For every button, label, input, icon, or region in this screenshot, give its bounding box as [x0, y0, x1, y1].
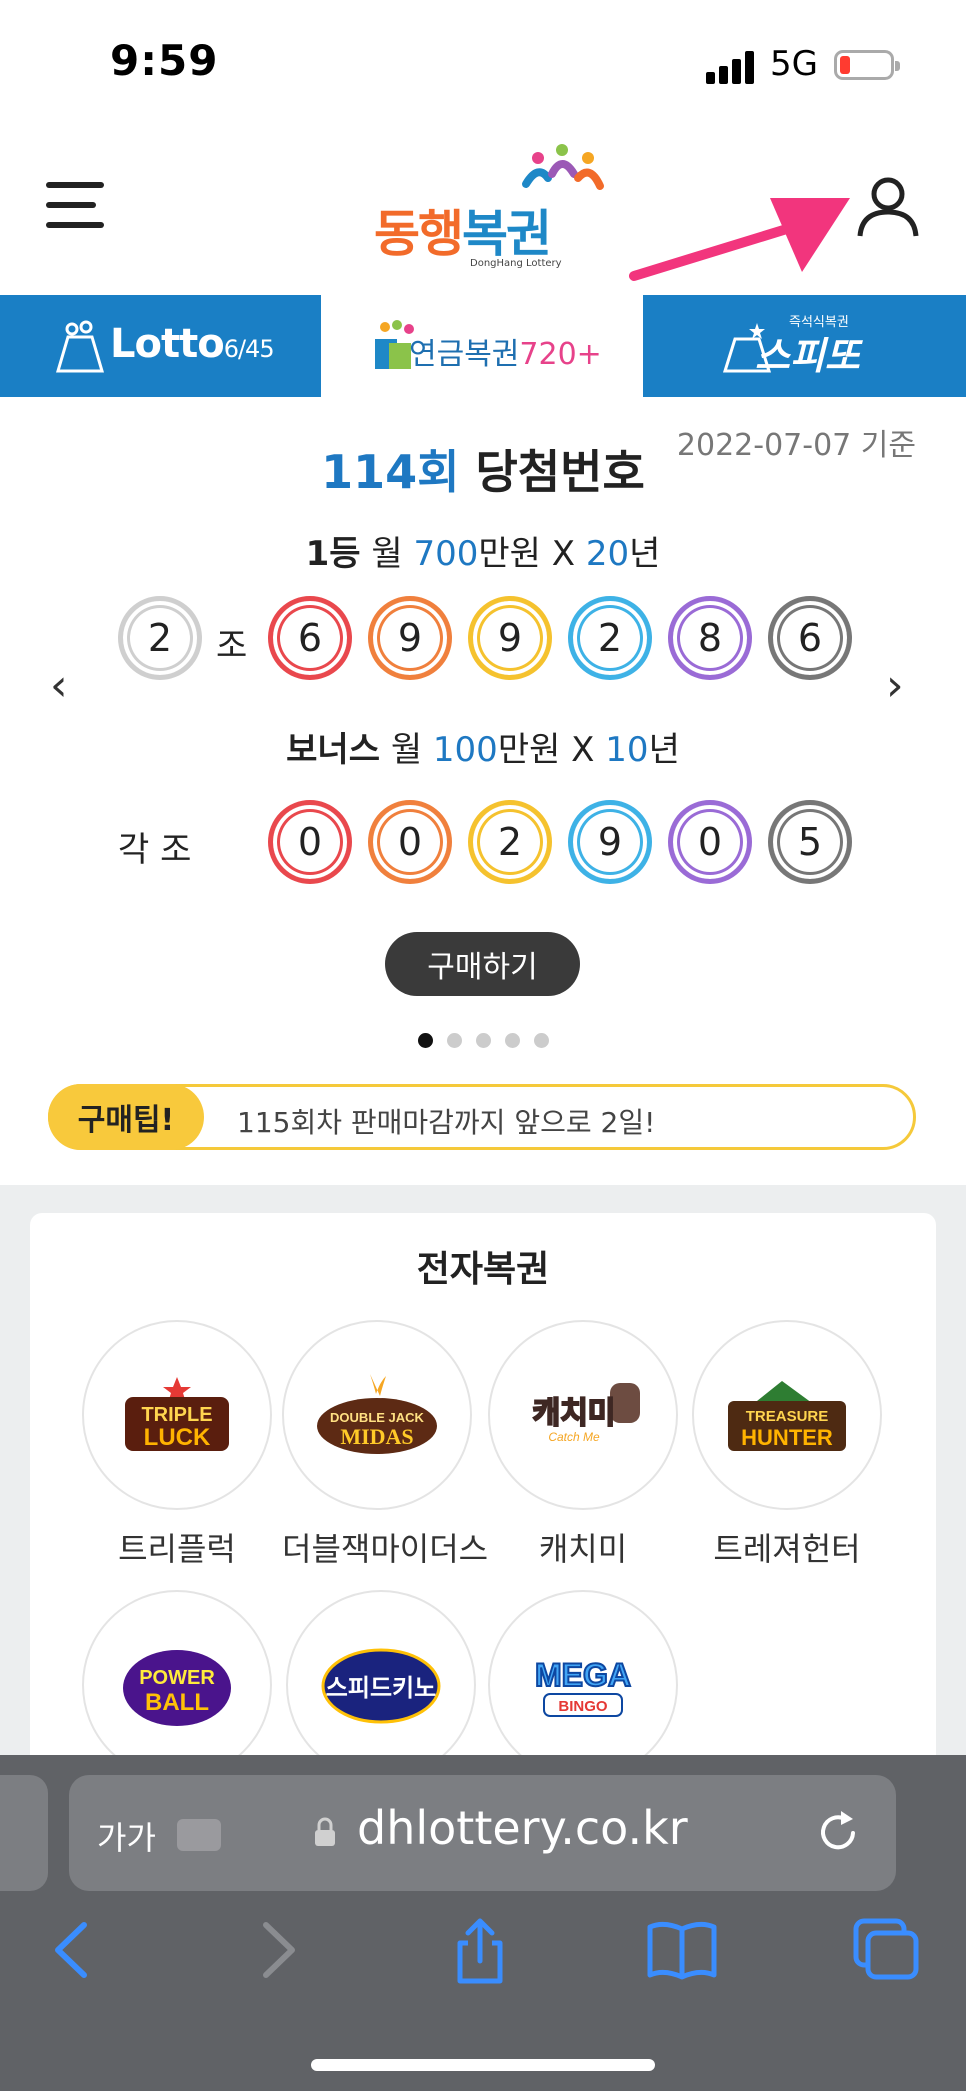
speed-keno-logo-icon: 스피드키노	[321, 1648, 441, 1724]
site-header: 동행복권 DongHang Lottery	[0, 130, 966, 295]
logo-wordmark: 동행복권	[374, 205, 552, 263]
game-logo: DOUBLE JACK MIDAS	[282, 1320, 472, 1510]
bonus-number-ball: 0	[368, 800, 452, 884]
svg-text:HUNTER: HUNTER	[741, 1425, 833, 1450]
tip-badge: 구매팁!	[48, 1084, 204, 1150]
carousel-dot[interactable]	[476, 1033, 491, 1048]
site-logo[interactable]: 동행복권 DongHang Lottery	[370, 144, 610, 274]
mega-bingo-logo-icon: MEGA BINGO	[534, 1656, 632, 1717]
lottery-tabs: Lotto6/45 연금복권720+ 즉석식복권 스피또	[0, 295, 966, 397]
group-ball: 2	[118, 596, 202, 680]
first-number-ball: 6	[768, 596, 852, 680]
carousel-dot[interactable]	[534, 1033, 549, 1048]
annotation-arrow-icon	[629, 198, 850, 281]
purchase-tip-banner[interactable]: 구매팁! 115회차 판매마감까지 앞으로 2일!	[48, 1084, 916, 1150]
bonus-prize-line: 보너스 월 100만원 X 10년	[286, 730, 680, 770]
carousel-dots	[418, 1033, 549, 1049]
previous-tab-stub[interactable]	[0, 1775, 48, 1891]
carousel-dot[interactable]	[418, 1033, 433, 1048]
game-triple-luck[interactable]: TRIPLE LUCK 트리플럭	[82, 1320, 272, 1570]
battery-icon	[834, 50, 900, 80]
game-catch-me[interactable]: 캐치미 Catch Me 캐치미	[488, 1320, 678, 1570]
svg-text:MEGA: MEGA	[535, 1657, 631, 1693]
first-number-ball: 9	[468, 596, 552, 680]
prev-draw-button[interactable]: ‹	[50, 660, 68, 711]
game-logo: MEGA BINGO	[488, 1590, 678, 1780]
game-logo: TRIPLE LUCK	[82, 1320, 272, 1510]
first-number-ball: 8	[668, 596, 752, 680]
extension-icon[interactable]	[177, 1819, 221, 1851]
bonus-number-ball: 0	[268, 800, 352, 884]
bonus-number-ball: 0	[668, 800, 752, 884]
group-label: 조	[216, 626, 248, 666]
bonus-group-label: 각 조	[118, 830, 192, 870]
treasure-hunter-logo-icon: TREASURE HUNTER	[728, 1381, 846, 1451]
browser-chrome: 가가 dhlottery.co.kr	[0, 1755, 966, 2091]
game-logo: 캐치미 Catch Me	[488, 1320, 678, 1510]
status-bar: 9:59 5G	[0, 0, 966, 120]
bookmarks-icon[interactable]	[644, 1915, 720, 1985]
buy-button[interactable]: 구매하기	[385, 932, 580, 996]
svg-text:TRIPLE: TRIPLE	[141, 1404, 212, 1426]
menu-button[interactable]	[46, 182, 104, 228]
first-prize-line: 1등 월 700만원 X 20년	[305, 534, 661, 574]
carousel-dot[interactable]	[505, 1033, 520, 1048]
svg-text:Catch Me: Catch Me	[548, 1430, 600, 1444]
first-number-ball: 9	[368, 596, 452, 680]
game-double-jack-midas[interactable]: DOUBLE JACK MIDAS 더블잭마이더스	[282, 1320, 488, 1570]
back-icon[interactable]	[34, 1915, 110, 1985]
double-jack-midas-logo-icon: DOUBLE JACK MIDAS	[317, 1374, 437, 1454]
user-account-icon[interactable]	[856, 174, 920, 238]
url-text: dhlottery.co.kr	[357, 1801, 688, 1855]
tab-lotto[interactable]: Lotto6/45	[0, 295, 321, 397]
svg-text:MIDAS: MIDAS	[340, 1424, 413, 1449]
forward-icon[interactable]	[240, 1915, 316, 1985]
address-bar[interactable]: 가가 dhlottery.co.kr	[69, 1775, 896, 1891]
reload-icon[interactable]	[813, 1807, 863, 1857]
game-logo: TREASURE HUNTER	[692, 1320, 882, 1510]
svg-text:BALL: BALL	[145, 1689, 209, 1716]
triple-luck-logo-icon: TRIPLE LUCK	[125, 1377, 229, 1451]
tab-pension-720[interactable]: 연금복권720+	[321, 295, 643, 397]
status-time: 9:59	[110, 36, 219, 85]
tab-speetto[interactable]: 즉석식복권 스피또	[643, 295, 966, 397]
tabs-icon[interactable]	[848, 1915, 924, 1985]
game-logo: POWER BALL	[82, 1590, 272, 1780]
svg-text:POWER: POWER	[139, 1667, 215, 1689]
svg-text:LUCK: LUCK	[144, 1424, 211, 1451]
svg-text:TREASURE: TREASURE	[746, 1408, 829, 1425]
svg-text:DOUBLE JACK: DOUBLE JACK	[330, 1410, 425, 1425]
carousel-dot[interactable]	[447, 1033, 462, 1048]
logo-subtitle: DongHang Lottery	[470, 258, 562, 269]
network-label: 5G	[770, 44, 818, 84]
bonus-number-ball: 5	[768, 800, 852, 884]
draw-title: 114회 당첨번호	[321, 445, 645, 499]
tip-text: 115회차 판매마감까지 앞으로 2일!	[237, 1106, 656, 1139]
e-lottery-title: 전자복권	[416, 1249, 550, 1290]
lock-icon	[315, 1817, 335, 1846]
text-size-button[interactable]: 가가	[97, 1813, 156, 1859]
bonus-number-ball: 2	[468, 800, 552, 884]
share-icon[interactable]	[442, 1915, 518, 1985]
game-treasure-hunter[interactable]: TREASURE HUNTER 트레져헌터	[692, 1320, 882, 1570]
home-indicator	[311, 2059, 655, 2071]
svg-text:캐치미: 캐치미	[533, 1396, 616, 1431]
power-ball-logo-icon: POWER BALL	[123, 1650, 231, 1726]
next-draw-button[interactable]: ›	[886, 660, 904, 711]
catch-me-logo-icon: 캐치미 Catch Me	[532, 1383, 640, 1444]
svg-text:BINGO: BINGO	[558, 1698, 608, 1715]
bonus-number-ball: 9	[568, 800, 652, 884]
svg-text:스피드키노: 스피드키노	[326, 1674, 436, 1702]
game-logo: 스피드키노	[286, 1590, 476, 1780]
signal-icon	[706, 50, 758, 84]
first-number-ball: 2	[568, 596, 652, 680]
lotto-bag-icon	[55, 320, 105, 373]
first-number-ball: 6	[268, 596, 352, 680]
